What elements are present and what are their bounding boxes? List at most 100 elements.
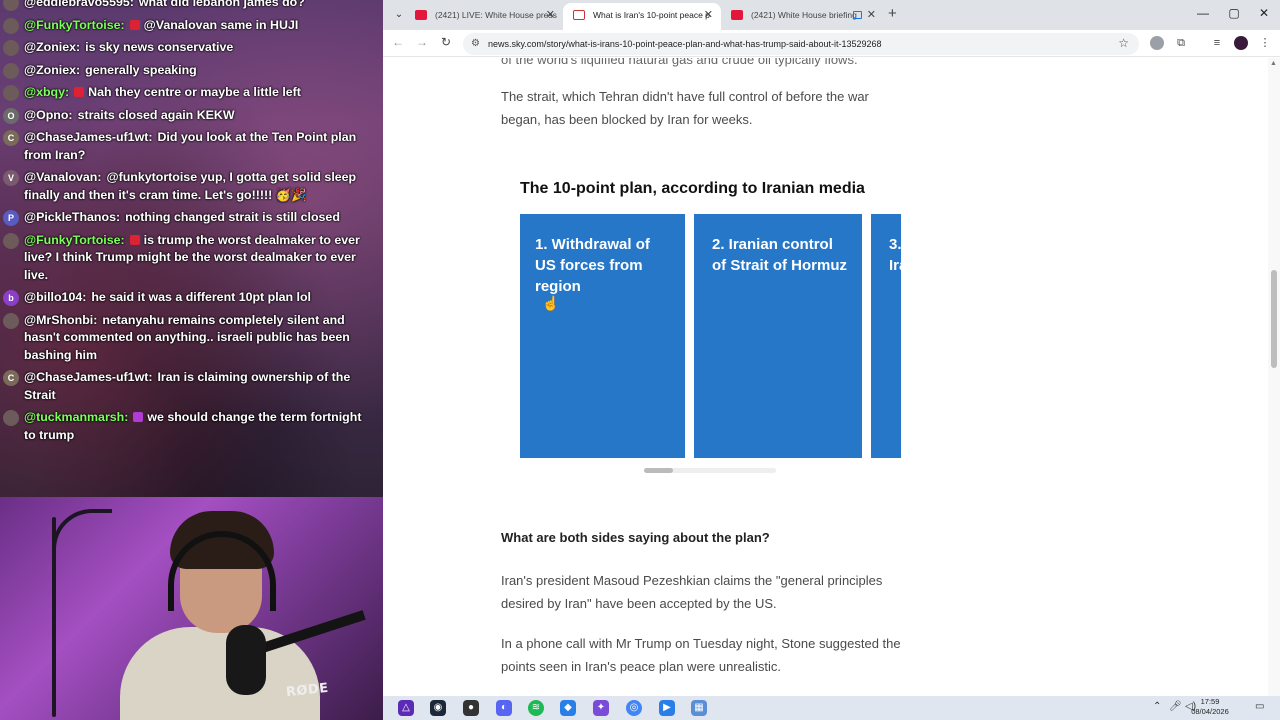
close-window-button[interactable]: ✕ bbox=[1254, 6, 1274, 20]
chat-username[interactable]: @FunkyTortoise: bbox=[24, 233, 125, 247]
chat-avatar bbox=[3, 17, 19, 34]
chat-avatar: b bbox=[3, 290, 19, 306]
chat-username[interactable]: @eddiebravo5595: bbox=[24, 0, 134, 9]
chat-username[interactable]: @PickleThanos: bbox=[24, 210, 120, 224]
chat-username[interactable]: @tuckmanmarsh: bbox=[24, 410, 128, 424]
sky-news-icon bbox=[573, 10, 585, 20]
proton-vpn-icon[interactable]: △ bbox=[398, 700, 414, 716]
chat-username[interactable]: @ChaseJames-uf1wt: bbox=[24, 370, 152, 384]
media-controls-icon[interactable]: ≡ bbox=[1210, 36, 1224, 50]
tab-sky-news[interactable]: What is Iran's 10-point peace p ✕ bbox=[563, 3, 721, 30]
browser-toolbar: ← → ↻ ⚙ news.sky.com/story/what-is-irans… bbox=[383, 30, 1280, 57]
scroll-up-arrow-icon[interactable]: ▲ bbox=[1270, 60, 1277, 67]
address-bar[interactable]: ⚙ news.sky.com/story/what-is-irans-10-po… bbox=[463, 33, 1139, 55]
plan-card[interactable]: 1. Withdrawal of US forces from region bbox=[520, 214, 685, 458]
chat-message: O @Opno: straits closed again KEKW bbox=[0, 105, 383, 128]
chat-badge-icon bbox=[74, 87, 85, 97]
chat-avatar bbox=[3, 40, 19, 56]
plan-card[interactable]: 3. Iranian forces in Iraq bbox=[871, 214, 901, 458]
taskbar: △ ◉ ● ◐ ≋ ◆ ✦ ◎ ▶ ▦ ⌃ 🎤︎ ◁) 17:59 08/04/… bbox=[383, 696, 1280, 720]
system-clock[interactable]: 17:59 08/04/2026 bbox=[1186, 697, 1234, 717]
chat-avatar bbox=[3, 0, 19, 11]
chrome-icon[interactable]: ◎ bbox=[626, 700, 642, 716]
discord-icon[interactable]: ◐ bbox=[496, 700, 512, 716]
plan-card[interactable]: 2. Iranian control of Strait of Hormuz bbox=[694, 214, 862, 458]
tab-title: (2421) LIVE: White House press bbox=[435, 10, 557, 20]
chat-username[interactable]: @billo104: bbox=[24, 290, 86, 304]
chat-message: C @ChaseJames-uf1wt: Did you look at the T… bbox=[0, 127, 383, 167]
youtube-icon bbox=[415, 10, 427, 20]
chat-message: @FunkyTortoise: @Vanalovan same in HUJI bbox=[0, 15, 383, 38]
chat-avatar: P bbox=[3, 210, 19, 226]
minimize-button[interactable]: — bbox=[1193, 6, 1213, 20]
chat-username[interactable]: @xbqy: bbox=[24, 85, 69, 99]
chat-username[interactable]: @Vanalovan: bbox=[24, 170, 102, 184]
app-play-icon[interactable]: ▶ bbox=[659, 700, 675, 716]
lamp bbox=[52, 509, 112, 569]
menu-kebab-icon[interactable]: ⋮ bbox=[1258, 36, 1272, 50]
carousel-title: The 10-point plan, according to Iranian … bbox=[520, 180, 865, 197]
tab-close-icon[interactable]: ✕ bbox=[704, 3, 713, 28]
chat-avatar bbox=[3, 62, 19, 79]
chat-text: nothing changed strait is still closed bbox=[125, 210, 340, 224]
tab-title: (2421) White House briefing bbox=[751, 10, 857, 20]
chat-username[interactable]: @Zoniex: bbox=[24, 63, 80, 77]
site-info-icon[interactable]: ⚙ bbox=[471, 38, 480, 49]
chat-badge-icon bbox=[129, 19, 140, 30]
calculator-icon[interactable]: ▦ bbox=[691, 700, 707, 716]
clock-date: 08/04/2026 bbox=[1191, 707, 1229, 716]
page-scroll-thumb[interactable] bbox=[1271, 270, 1277, 368]
tab-close-icon[interactable]: ✕ bbox=[546, 3, 555, 28]
app-feather-icon[interactable]: ✦ bbox=[593, 700, 609, 716]
back-button[interactable]: ← bbox=[390, 35, 406, 49]
article-paragraph-pezeshkian: Iran's president Masoud Pezeshkian claim… bbox=[501, 573, 883, 611]
chat-message: @Zoniex: generally speaking bbox=[0, 60, 383, 83]
carousel-scroll-thumb[interactable] bbox=[644, 468, 673, 473]
plan-carousel[interactable]: 1. Withdrawal of US forces from region 2… bbox=[520, 214, 901, 459]
extensions-puzzle-icon[interactable]: ⧉ bbox=[1174, 36, 1188, 50]
url-text[interactable]: news.sky.com/story/what-is-irans-10-poin… bbox=[488, 33, 882, 55]
chat-avatar bbox=[3, 232, 19, 249]
chat-text: Nah they centre or maybe a little left bbox=[88, 85, 301, 99]
chat-avatar bbox=[3, 85, 19, 101]
picture-in-picture-icon bbox=[853, 11, 862, 19]
chat-text: he said it was a different 10pt plan lol bbox=[91, 290, 311, 304]
tab-close-icon[interactable]: ✕ bbox=[867, 3, 876, 28]
chat-username[interactable]: @Opno: bbox=[24, 108, 73, 122]
spotify-icon[interactable]: ≋ bbox=[528, 700, 544, 716]
reload-button[interactable]: ↻ bbox=[438, 35, 454, 49]
tab-strip: ⌄ (2421) LIVE: White House press ✕ What … bbox=[383, 0, 1280, 30]
app-icon[interactable]: ◆ bbox=[560, 700, 576, 716]
extension-icon[interactable] bbox=[1150, 36, 1164, 50]
microphone bbox=[226, 625, 266, 695]
maximize-button[interactable]: ▢ bbox=[1224, 6, 1244, 20]
chat-username[interactable]: @Zoniex: bbox=[24, 40, 80, 54]
carousel-scrollbar[interactable] bbox=[644, 468, 776, 473]
chat-message: @tuckmanmarsh: we should change the term … bbox=[0, 407, 383, 447]
chat-text: is sky news conservative bbox=[85, 40, 234, 54]
page-scrollbar[interactable]: ▲ bbox=[1268, 58, 1280, 696]
tab-youtube-live[interactable]: (2421) LIVE: White House press ✕ bbox=[405, 3, 563, 30]
profile-avatar[interactable] bbox=[1234, 36, 1248, 50]
obs-icon[interactable]: ● bbox=[463, 700, 479, 716]
article-subheading: What are both sides saying about the pla… bbox=[501, 530, 770, 545]
microphone-tray-icon[interactable]: 🎤︎ bbox=[1169, 701, 1182, 712]
steam-icon[interactable]: ◉ bbox=[430, 700, 446, 716]
tab-youtube-briefing[interactable]: (2421) White House briefing ✕ bbox=[721, 3, 884, 30]
article-paragraph-strait: The strait, which Tehran didn't have ful… bbox=[501, 89, 869, 127]
new-tab-button[interactable]: + bbox=[888, 5, 897, 22]
chat-username[interactable]: @MrShonbi: bbox=[24, 313, 97, 327]
bookmark-star-icon[interactable]: ☆ bbox=[1118, 36, 1129, 50]
tray-expand-icon[interactable]: ⌃ bbox=[1153, 701, 1161, 712]
browser-window: ⌄ (2421) LIVE: White House press ✕ What … bbox=[383, 0, 1280, 696]
chat-username[interactable]: @ChaseJames-uf1wt: bbox=[24, 130, 152, 144]
chat-avatar: C bbox=[3, 370, 19, 386]
youtube-icon bbox=[731, 10, 743, 20]
webcam-feed: RØDE bbox=[0, 497, 383, 720]
mouse-cursor-icon: ☝ bbox=[542, 295, 560, 311]
chat-avatar bbox=[3, 312, 19, 329]
forward-button[interactable]: → bbox=[414, 35, 430, 49]
chat-list: @eddiebravo5595: what did lebanon james d… bbox=[0, 0, 383, 447]
notifications-icon[interactable]: ▭ bbox=[1255, 701, 1264, 712]
chat-username[interactable]: @FunkyTortoise: bbox=[24, 18, 125, 32]
